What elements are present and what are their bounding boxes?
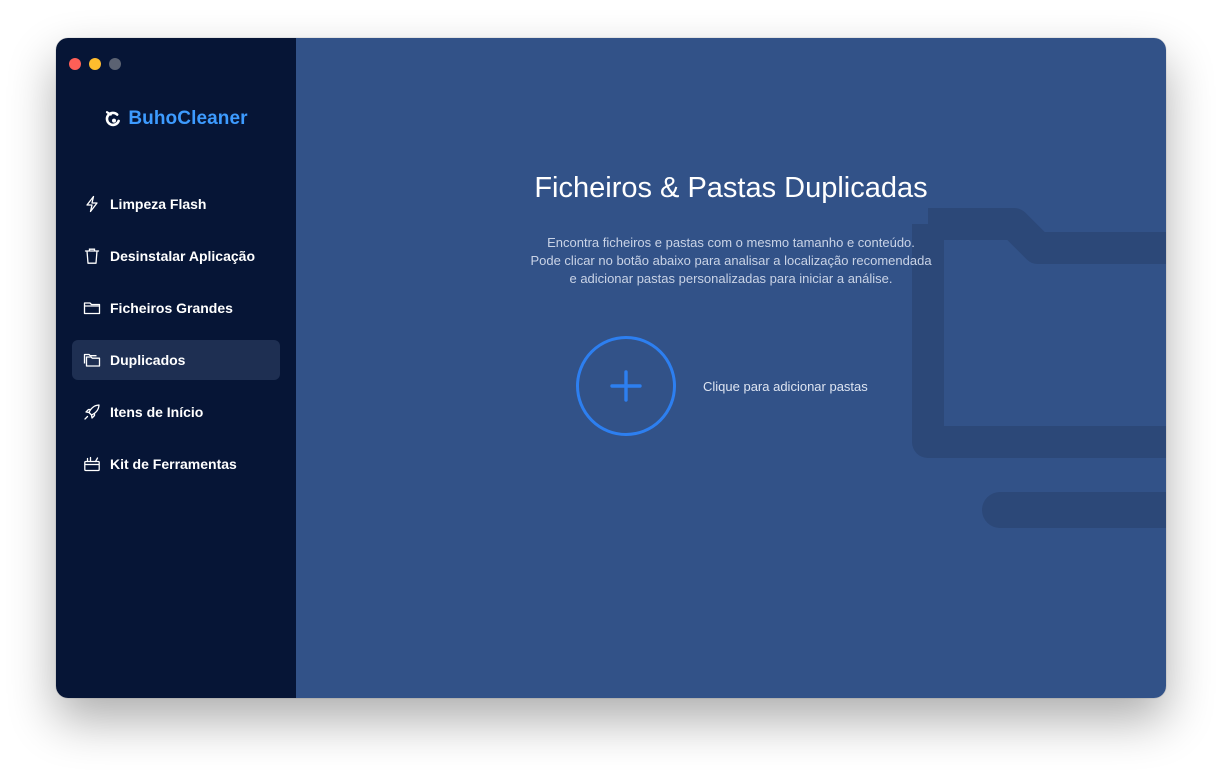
app-window: BuhoCleaner Limpeza Flash Desinstalar Ap… [56,38,1166,698]
add-folder-label[interactable]: Clique para adicionar pastas [703,379,868,394]
lightning-icon [83,195,101,213]
sidebar-item-label: Duplicados [110,352,186,368]
minimize-window-button[interactable] [89,58,101,70]
folder-icon [83,299,101,317]
brand-name: BuhoCleaner [128,108,248,129]
sidebar-nav: Limpeza Flash Desinstalar Aplicação Fich… [72,184,280,496]
description-line: Encontra ficheiros e pastas com o mesmo … [547,235,915,250]
rocket-icon [83,403,101,421]
sidebar-item-label: Itens de Início [110,404,204,420]
trash-icon [83,247,101,265]
sidebar-item-label: Limpeza Flash [110,196,207,212]
zoom-window-button[interactable] [109,58,121,70]
sidebar-item-kit-de-ferramentas[interactable]: Kit de Ferramentas [72,444,280,484]
sidebar-item-duplicados[interactable]: Duplicados [72,340,280,380]
sidebar-item-label: Ficheiros Grandes [110,300,233,316]
plus-icon [610,370,642,402]
sidebar-item-label: Kit de Ferramentas [110,456,237,472]
toolbox-icon [83,455,101,473]
description-line: Pode clicar no botão abaixo para analisa… [530,253,932,268]
window-controls [69,58,121,70]
buho-logo-icon [106,111,121,127]
description-line: e adicionar pastas personalizadas para i… [569,271,893,286]
sidebar-item-label: Desinstalar Aplicação [110,248,255,264]
page-title: Ficheiros & Pastas Duplicadas [534,172,928,204]
page-description: Encontra ficheiros e pastas com o mesmo … [296,234,1166,288]
main-content: Ficheiros & Pastas Duplicadas Encontra f… [296,38,1166,698]
close-window-button[interactable] [69,58,81,70]
sidebar-item-limpeza-flash[interactable]: Limpeza Flash [72,184,280,224]
duplicate-folders-icon [83,351,101,369]
sidebar-item-ficheiros-grandes[interactable]: Ficheiros Grandes [72,288,280,328]
sidebar: BuhoCleaner Limpeza Flash Desinstalar Ap… [56,38,296,698]
brand: BuhoCleaner [56,108,296,130]
add-folder-button[interactable] [576,336,676,436]
sidebar-item-desinstalar-aplicacao[interactable]: Desinstalar Aplicação [72,236,280,276]
sidebar-item-itens-de-inicio[interactable]: Itens de Início [72,392,280,432]
